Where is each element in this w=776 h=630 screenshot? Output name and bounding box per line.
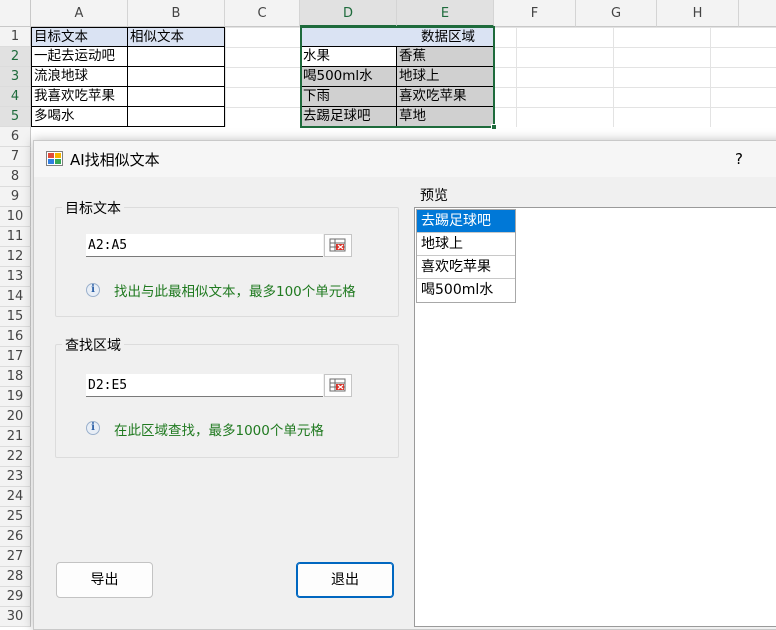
cell-b1[interactable]: 相似文本 (128, 27, 225, 47)
column-header-c[interactable]: C (225, 0, 300, 27)
row-header-28[interactable]: 28 (0, 567, 31, 587)
cell-b2[interactable] (128, 47, 225, 67)
preview-list: 去踢足球吧 地球上 喜欢吃苹果 喝500ml水 (416, 209, 516, 303)
row-header-20[interactable]: 20 (0, 407, 31, 427)
search-area-hint: 在此区域查找，最多1000个单元格 (114, 423, 324, 439)
find-similar-text-dialog: AI找相似文本 ? 目标文本 i 找出与此最相似文本，最多100个单元格 查找区… (33, 140, 776, 630)
cell-e5[interactable]: 草地 (397, 107, 494, 127)
exit-button[interactable]: 退出 (296, 562, 394, 598)
row-header-25[interactable]: 25 (0, 507, 31, 527)
target-range-picker-button[interactable] (324, 234, 352, 257)
row-header-19[interactable]: 19 (0, 387, 31, 407)
row-header-17[interactable]: 17 (0, 347, 31, 367)
select-all-corner[interactable] (0, 0, 31, 27)
preview-label: 预览 (420, 188, 448, 204)
column-header-h[interactable]: H (657, 0, 739, 27)
cell-a3[interactable]: 流浪地球 (31, 67, 128, 87)
cell-a4[interactable]: 我喜欢吃苹果 (31, 87, 128, 107)
row-header-3[interactable]: 3 (0, 67, 31, 87)
cell-b5[interactable] (128, 107, 225, 127)
target-text-hint: 找出与此最相似文本，最多100个单元格 (114, 284, 356, 300)
row-header-23[interactable]: 23 (0, 467, 31, 487)
cell-e4[interactable]: 喜欢吃苹果 (397, 87, 494, 107)
fill-handle[interactable] (491, 124, 497, 130)
target-text-label: 目标文本 (62, 198, 124, 218)
row-header-14[interactable]: 14 (0, 287, 31, 307)
row-header-5[interactable]: 5 (0, 107, 31, 127)
dialog-titlebar[interactable]: AI找相似文本 ? (34, 141, 776, 177)
cell-e2[interactable]: 香蕉 (397, 47, 494, 67)
cell-a5[interactable]: 多喝水 (31, 107, 128, 127)
info-icon: i (86, 421, 100, 435)
cell-d4[interactable]: 下雨 (300, 87, 397, 107)
row-header-4[interactable]: 4 (0, 87, 31, 107)
cell-b4[interactable] (128, 87, 225, 107)
cell-e3[interactable]: 地球上 (397, 67, 494, 87)
preview-item[interactable]: 喜欢吃苹果 (417, 256, 515, 279)
row-header-8[interactable]: 8 (0, 167, 31, 187)
row-header-22[interactable]: 22 (0, 447, 31, 467)
row-header-15[interactable]: 15 (0, 307, 31, 327)
row-header-16[interactable]: 16 (0, 327, 31, 347)
column-header-d[interactable]: D (300, 0, 397, 27)
export-button[interactable]: 导出 (56, 562, 153, 598)
preview-item[interactable]: 地球上 (417, 233, 515, 256)
column-header-next[interactable] (739, 0, 776, 27)
app-icon (46, 151, 63, 166)
cell-b3[interactable] (128, 67, 225, 87)
cell-a2[interactable]: 一起去运动吧 (31, 47, 128, 67)
column-header-e[interactable]: E (397, 0, 494, 27)
row-header-2[interactable]: 2 (0, 47, 31, 67)
search-area-label: 查找区域 (62, 335, 124, 355)
row-header-29[interactable]: 29 (0, 587, 31, 607)
cell-d3[interactable]: 喝500ml水 (300, 67, 397, 87)
row-header-21[interactable]: 21 (0, 427, 31, 447)
row-header-13[interactable]: 13 (0, 267, 31, 287)
preview-item[interactable]: 喝500ml水 (417, 279, 515, 302)
search-range-picker-button[interactable] (324, 374, 352, 397)
preview-panel[interactable]: 去踢足球吧 地球上 喜欢吃苹果 喝500ml水 (414, 207, 776, 627)
cell-d1-text: 数据区域 (421, 29, 475, 45)
row-header-11[interactable]: 11 (0, 227, 31, 247)
row-header-18[interactable]: 18 (0, 367, 31, 387)
target-range-input[interactable] (86, 234, 323, 257)
target-text-group: 目标文本 i 找出与此最相似文本，最多100个单元格 (55, 198, 399, 317)
range-picker-icon (329, 238, 346, 252)
column-header-b[interactable]: B (128, 0, 225, 27)
preview-item[interactable]: 去踢足球吧 (417, 210, 515, 233)
row-header-26[interactable]: 26 (0, 527, 31, 547)
help-button[interactable]: ? (729, 149, 749, 169)
cell-d1-merged[interactable]: 数据区域 (300, 27, 494, 47)
info-icon: i (86, 283, 100, 297)
row-header-30[interactable]: 30 (0, 607, 31, 627)
dialog-title: AI找相似文本 (70, 151, 160, 169)
search-area-group: 查找区域 i 在此区域查找，最多1000个单元格 (55, 335, 399, 458)
cell-d2[interactable]: 水果 (300, 47, 397, 67)
cell-a1[interactable]: 目标文本 (31, 27, 128, 47)
column-header-g[interactable]: G (576, 0, 657, 27)
column-header-f[interactable]: F (494, 0, 576, 27)
row-header-7[interactable]: 7 (0, 147, 31, 167)
row-header-24[interactable]: 24 (0, 487, 31, 507)
row-header-27[interactable]: 27 (0, 547, 31, 567)
row-header-10[interactable]: 10 (0, 207, 31, 227)
column-header-a[interactable]: A (31, 0, 128, 27)
range-picker-icon (329, 378, 346, 392)
row-header-6[interactable]: 6 (0, 127, 31, 147)
row-header-1[interactable]: 1 (0, 27, 31, 47)
row-header-9[interactable]: 9 (0, 187, 31, 207)
cell-d5[interactable]: 去踢足球吧 (300, 107, 397, 127)
row-header-12[interactable]: 12 (0, 247, 31, 267)
search-range-input[interactable] (86, 374, 323, 397)
